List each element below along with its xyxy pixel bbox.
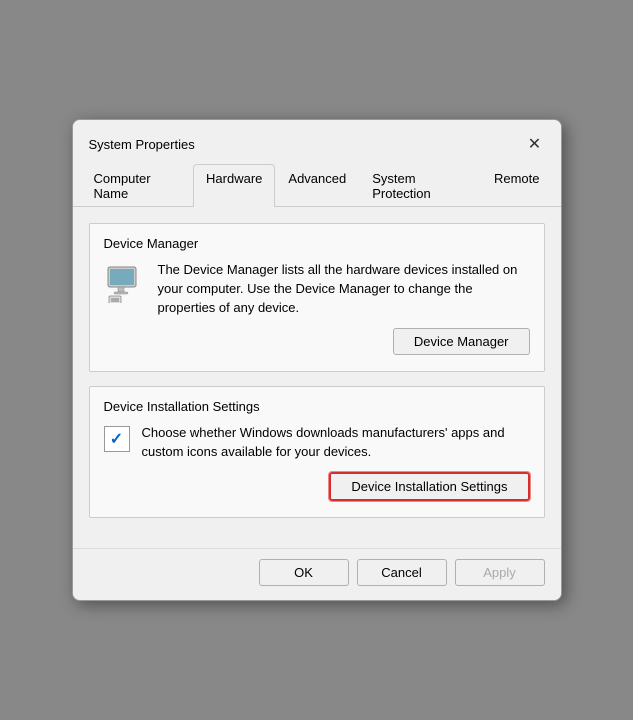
tab-hardware[interactable]: Hardware [193, 164, 275, 207]
title-bar: System Properties ✕ [73, 120, 561, 164]
device-manager-button[interactable]: Device Manager [393, 328, 530, 355]
device-installation-settings-button[interactable]: Device Installation Settings [329, 472, 529, 501]
device-installation-section: Device Installation Settings ✓ Choose wh… [89, 386, 545, 518]
device-manager-title: Device Manager [104, 236, 530, 251]
tab-advanced[interactable]: Advanced [275, 164, 359, 207]
apply-button[interactable]: Apply [455, 559, 545, 586]
device-installation-description: Choose whether Windows downloads manufac… [142, 424, 530, 462]
device-installation-checkbox[interactable]: ✓ [104, 426, 130, 452]
device-installation-btn-row: Device Installation Settings [104, 472, 530, 501]
tab-content: Device Manager Th [73, 207, 561, 547]
device-manager-inner: The Device Manager lists all the hardwar… [104, 261, 530, 318]
device-manager-section: Device Manager Th [89, 223, 545, 372]
tab-system-protection[interactable]: System Protection [359, 164, 481, 207]
dialog-title: System Properties [89, 137, 195, 152]
tab-computer-name[interactable]: Computer Name [81, 164, 194, 207]
ok-button[interactable]: OK [259, 559, 349, 586]
footer: OK Cancel Apply [73, 548, 561, 600]
tab-remote[interactable]: Remote [481, 164, 553, 207]
device-manager-btn-row: Device Manager [104, 328, 530, 355]
cancel-button[interactable]: Cancel [357, 559, 447, 586]
device-manager-icon [104, 261, 146, 303]
system-properties-dialog: System Properties ✕ Computer Name Hardwa… [72, 119, 562, 600]
device-manager-description: The Device Manager lists all the hardwar… [158, 261, 530, 318]
device-installation-inner: ✓ Choose whether Windows downloads manuf… [104, 424, 530, 462]
checkmark-icon: ✓ [110, 429, 123, 449]
close-button[interactable]: ✕ [521, 130, 549, 158]
device-installation-title: Device Installation Settings [104, 399, 530, 414]
tab-bar: Computer Name Hardware Advanced System P… [73, 164, 561, 207]
